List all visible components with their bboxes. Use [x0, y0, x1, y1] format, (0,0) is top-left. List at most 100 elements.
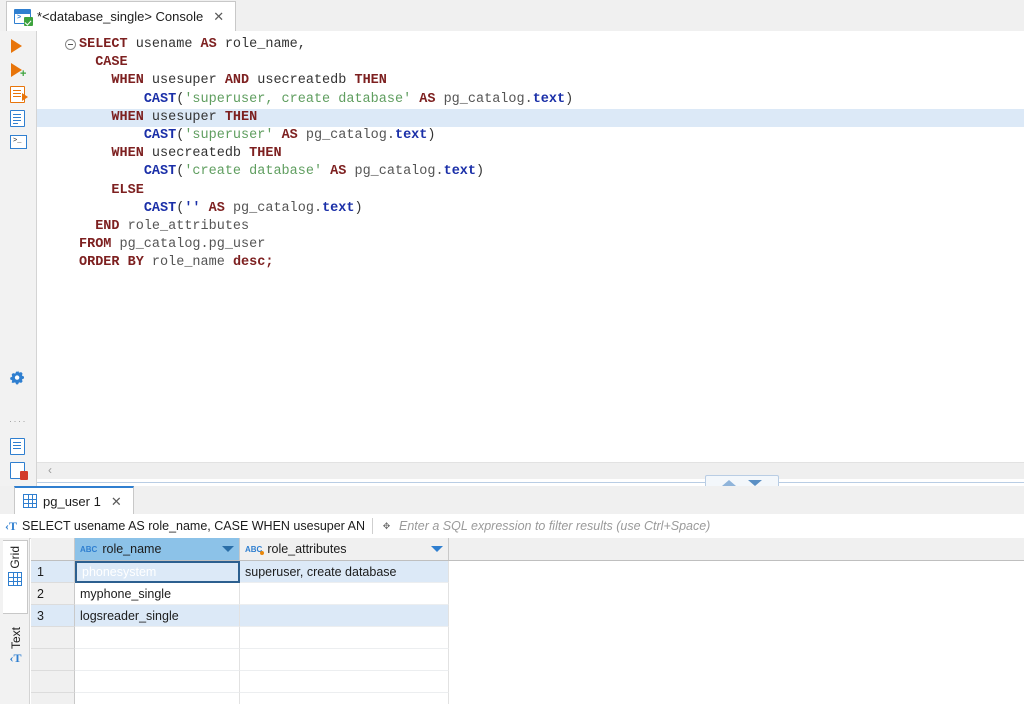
table-row[interactable]	[31, 671, 1024, 693]
table-cell[interactable]: logsreader_single	[75, 605, 240, 627]
code-line[interactable]: FROM pg_catalog.pg_user	[37, 236, 1024, 254]
code-line[interactable]: SELECT usename AS role_name,	[37, 36, 1024, 54]
table-row[interactable]	[31, 693, 1024, 704]
string-type-icon: ABC	[80, 545, 97, 554]
code-token	[201, 201, 209, 216]
indent	[79, 55, 95, 70]
execute-script-button[interactable]: +	[8, 60, 29, 81]
expand-icon[interactable]: ✥	[380, 520, 393, 533]
table-cell[interactable]	[240, 693, 449, 704]
grid-body[interactable]: 1phonesystemsuperuser, create database2m…	[31, 561, 1024, 704]
sql-editor[interactable]: SELECT usename AS role_name, CASE WHEN u…	[37, 31, 1024, 468]
open-console-button[interactable]	[8, 132, 29, 153]
tab-pg-user-1[interactable]: pg_user 1 ✕	[14, 486, 134, 514]
code-line[interactable]: WHEN usesuper AND usecreatedb THEN	[37, 72, 1024, 90]
code-token: 'superuser, create database'	[184, 92, 411, 107]
string-type-icon: ABC	[245, 545, 262, 554]
preferences-button[interactable]	[8, 368, 29, 389]
row-number[interactable]	[31, 693, 75, 704]
code-token: ELSE	[111, 183, 143, 198]
collapse-down-icon[interactable]	[748, 480, 762, 486]
code-line[interactable]: CAST('superuser, create database' AS pg_…	[37, 91, 1024, 109]
close-icon[interactable]: ✕	[110, 495, 123, 508]
code-line[interactable]: END role_attributes	[37, 218, 1024, 236]
grid-column-header[interactable]: ABCrole_attributes	[240, 538, 449, 560]
filter-current-query[interactable]: SELECT usename AS role_name, CASE WHEN u…	[22, 519, 365, 533]
code-line[interactable]: ORDER BY role_name desc;	[37, 254, 1024, 272]
row-number[interactable]: 2	[31, 583, 75, 605]
code-token: text	[533, 92, 565, 107]
table-row[interactable]: 2myphone_single	[31, 583, 1024, 605]
code-line[interactable]: CASE	[37, 54, 1024, 72]
table-row[interactable]	[31, 649, 1024, 671]
table-cell[interactable]	[240, 671, 449, 693]
table-cell[interactable]: phonesystem	[75, 561, 240, 583]
result-filter-bar[interactable]: ‹T SELECT usename AS role_name, CASE WHE…	[0, 514, 1024, 539]
chevron-down-icon[interactable]	[431, 546, 443, 552]
table-row[interactable]	[31, 627, 1024, 649]
table-row[interactable]: 3logsreader_single	[31, 605, 1024, 627]
panel-splitter[interactable]	[37, 481, 1024, 484]
table-cell[interactable]: superuser, create database	[240, 561, 449, 583]
close-icon[interactable]: ✕	[212, 10, 225, 23]
code-token: ''	[184, 201, 200, 216]
tab-text-view[interactable]: Text ‹T	[3, 622, 28, 688]
code-token: AND	[225, 73, 249, 88]
table-cell[interactable]	[75, 693, 240, 704]
script-error-button[interactable]	[8, 460, 29, 481]
editor-horizontal-scrollbar[interactable]	[37, 462, 1024, 479]
row-number[interactable]: 3	[31, 605, 75, 627]
table-cell[interactable]	[240, 605, 449, 627]
sql-filter-icon: ‹T	[0, 519, 22, 534]
table-cell[interactable]	[75, 671, 240, 693]
export-data-button[interactable]	[8, 436, 29, 457]
table-cell[interactable]: myphone_single	[75, 583, 240, 605]
table-cell[interactable]	[240, 649, 449, 671]
table-cell[interactable]	[240, 627, 449, 649]
code-line[interactable]: CAST('superuser' AS pg_catalog.text)	[37, 127, 1024, 145]
console-blue-icon	[10, 135, 27, 149]
grid-column-header[interactable]: ABCrole_name	[75, 538, 240, 560]
execute-sql-script-button[interactable]	[8, 84, 29, 105]
code-line[interactable]: WHEN usecreatedb THEN	[37, 145, 1024, 163]
code-token: THEN	[354, 73, 386, 88]
code-token: 'superuser'	[184, 128, 273, 143]
filter-placeholder[interactable]: Enter a SQL expression to filter results…	[399, 519, 710, 533]
indent	[79, 164, 144, 179]
execute-expression-button[interactable]	[8, 108, 29, 129]
grid-empty-area	[449, 605, 1024, 628]
code-line[interactable]: ELSE	[37, 182, 1024, 200]
code-line[interactable]: WHEN usesuper THEN	[37, 109, 1024, 127]
indent	[79, 201, 144, 216]
code-line[interactable]: CAST('create database' AS pg_catalog.tex…	[37, 163, 1024, 181]
tab-database-single-console[interactable]: > *<database_single> Console ✕	[6, 1, 236, 31]
table-cell[interactable]	[75, 649, 240, 671]
computed-column-dot-icon	[260, 551, 264, 555]
table-cell[interactable]	[240, 583, 449, 605]
code-token	[322, 164, 330, 179]
code-token: AS	[419, 92, 435, 107]
divider	[372, 518, 373, 534]
code-token: pg_catalog.	[298, 128, 395, 143]
editor-collapse-chevron-icon[interactable]: ‹	[48, 463, 52, 477]
code-token: ORDER BY	[79, 255, 144, 270]
indent	[79, 219, 95, 234]
row-number[interactable]	[31, 671, 75, 693]
fold-collapse-icon[interactable]	[65, 39, 76, 50]
collapse-up-icon[interactable]	[722, 480, 736, 486]
table-row[interactable]: 1phonesystemsuperuser, create database	[31, 561, 1024, 583]
grid-corner-cell[interactable]	[31, 538, 75, 560]
table-cell[interactable]	[75, 627, 240, 649]
tab-grid-view[interactable]: Grid	[3, 540, 28, 614]
row-number[interactable]: 1	[31, 561, 75, 583]
code-line[interactable]: CAST('' AS pg_catalog.text)	[37, 200, 1024, 218]
row-number[interactable]	[31, 627, 75, 649]
gear-icon	[10, 370, 26, 386]
sql-code[interactable]: SELECT usename AS role_name, CASE WHEN u…	[37, 36, 1024, 272]
chevron-down-icon[interactable]	[222, 546, 234, 552]
code-token	[273, 128, 281, 143]
row-number[interactable]	[31, 649, 75, 671]
result-data-grid[interactable]: ABCrole_nameABCrole_attributes 1phonesys…	[31, 538, 1024, 704]
execute-statement-button[interactable]	[8, 36, 29, 57]
code-token: THEN	[249, 146, 281, 161]
